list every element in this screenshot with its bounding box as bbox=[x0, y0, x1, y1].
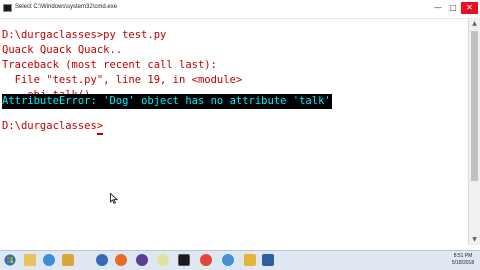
maximize-button[interactable]: □ bbox=[446, 2, 460, 14]
scroll-up-icon[interactable]: ▲ bbox=[469, 19, 480, 29]
close-button[interactable]: ✕ bbox=[461, 2, 478, 14]
notepad-icon[interactable] bbox=[178, 254, 190, 266]
settings-icon[interactable] bbox=[222, 254, 234, 266]
clock-time: 8:51 PM bbox=[453, 253, 473, 259]
taskbar: 8:51 PM 5/18/2018 bbox=[0, 250, 480, 270]
console-line: Quack Quack Quack.. bbox=[2, 44, 123, 56]
scroll-down-icon[interactable]: ▼ bbox=[469, 235, 480, 245]
console-line: File "test.py", line 19, in <module> bbox=[2, 74, 243, 86]
error-line: AttributeError: 'Dog' object has no attr… bbox=[2, 94, 332, 109]
title-bar[interactable]: Select C:\Windows\system32\cmd.exe — □ ✕ bbox=[0, 0, 480, 19]
folder-icon[interactable] bbox=[62, 254, 74, 266]
app-icon[interactable] bbox=[262, 254, 274, 266]
chrome-icon[interactable] bbox=[200, 254, 212, 266]
window-title: Select C:\Windows\system32\cmd.exe bbox=[15, 4, 118, 10]
command-prompt-icon[interactable] bbox=[157, 254, 169, 266]
cmd-icon bbox=[3, 4, 12, 12]
tray-clock[interactable]: 8:51 PM 5/18/2018 bbox=[448, 253, 478, 267]
start-button[interactable] bbox=[4, 254, 16, 266]
eclipse-icon[interactable] bbox=[136, 254, 148, 266]
clock-date: 5/18/2018 bbox=[451, 260, 475, 266]
console-output[interactable]: D:\durgaclasses>py test.py Quack Quack Q… bbox=[0, 19, 468, 245]
media-player-icon[interactable] bbox=[43, 254, 55, 266]
python-icon[interactable] bbox=[244, 254, 256, 266]
prompt-line: D:\durgaclasses> bbox=[2, 120, 104, 132]
vertical-scrollbar[interactable]: ▲ ▼ bbox=[468, 19, 480, 245]
chrome-icon[interactable] bbox=[115, 254, 127, 266]
firefox-icon[interactable] bbox=[96, 254, 108, 266]
minimize-button[interactable]: — bbox=[431, 2, 445, 14]
text-caret bbox=[97, 133, 103, 135]
console-line: D:\durgaclasses>py test.py bbox=[2, 29, 167, 41]
console-line: Traceback (most recent call last): bbox=[2, 59, 217, 71]
scroll-thumb[interactable] bbox=[471, 31, 478, 181]
mouse-pointer-icon bbox=[110, 193, 118, 204]
file-explorer-icon[interactable] bbox=[24, 254, 36, 266]
